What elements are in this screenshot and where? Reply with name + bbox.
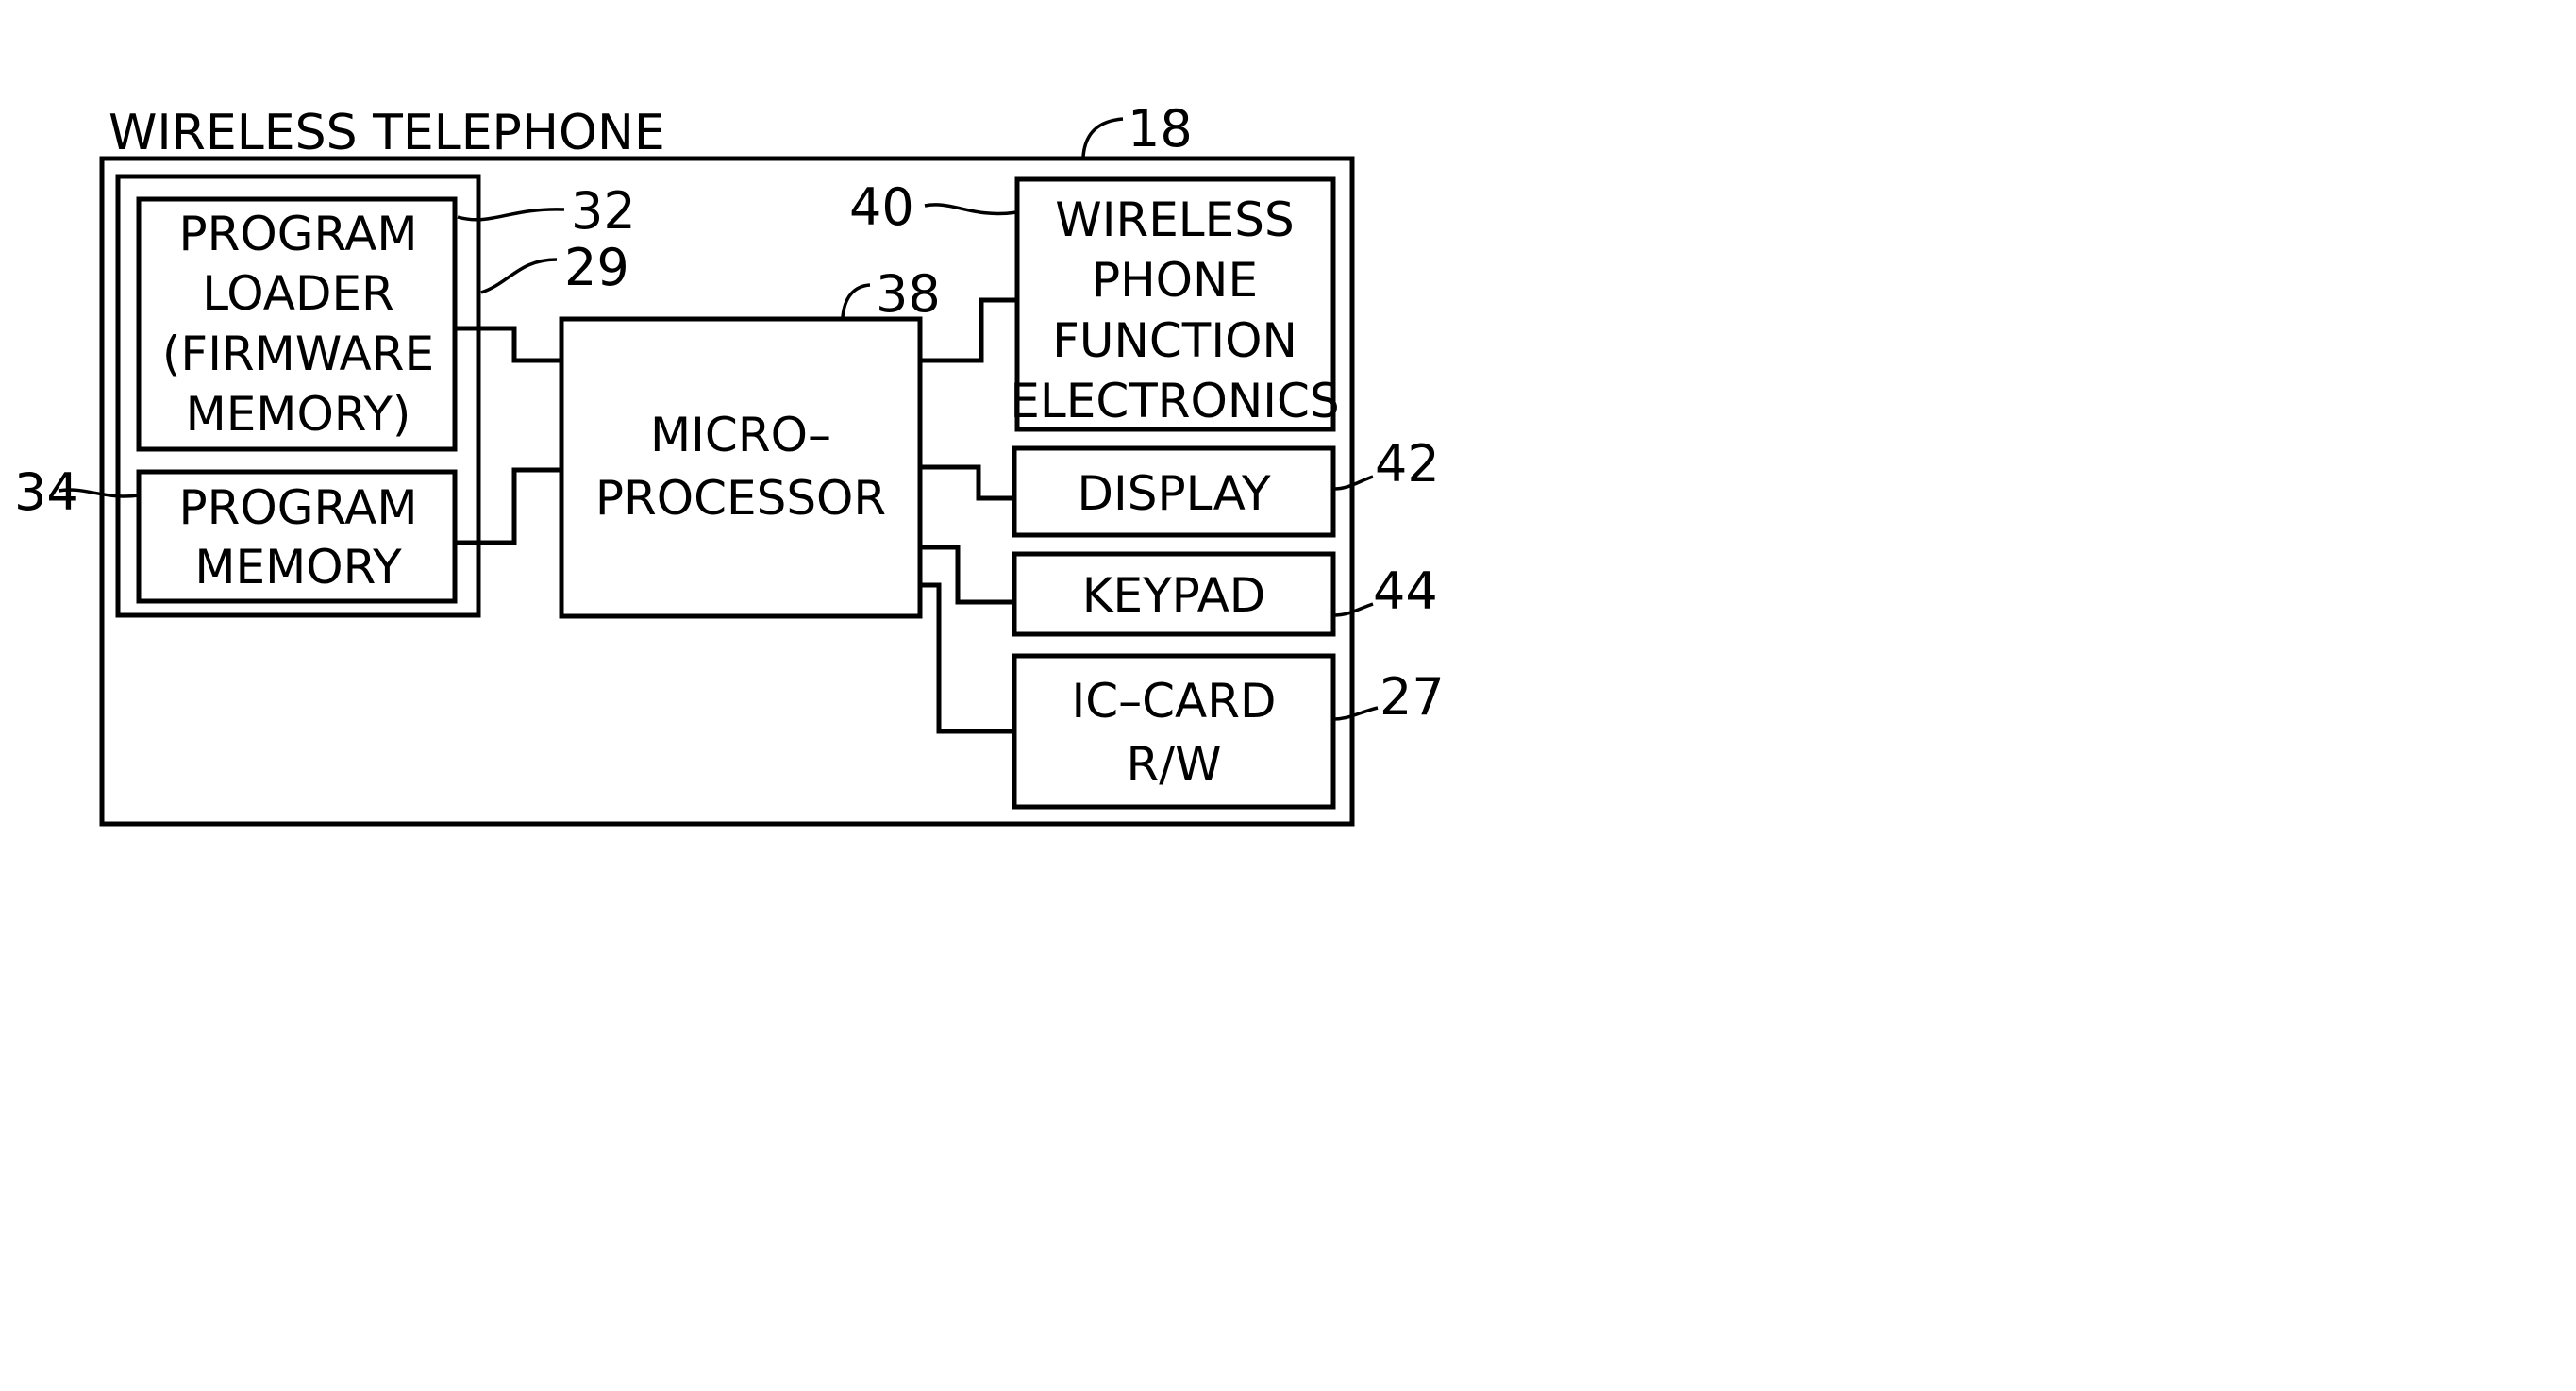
program-loader-line: (FIRMWARE (162, 327, 434, 381)
phone-leader (1081, 117, 1124, 158)
wireless-electronics-line: PHONE (1092, 253, 1258, 308)
keypad-block: KEYPAD (1012, 551, 1336, 637)
phone-title: WIRELESS TELEPHONE (109, 105, 665, 161)
micro-to-keypad-wire (920, 545, 1014, 605)
memory-group-leader (480, 258, 558, 294)
program-loader-line: LOADER (202, 266, 394, 321)
ic-card-line: IC–CARD (1071, 674, 1276, 729)
micro-to-display-wire (920, 464, 1014, 501)
phone-ref: 18 (1128, 99, 1193, 159)
keypad-label: KEYPAD (1082, 568, 1266, 623)
micro-to-iccard-wire (920, 582, 1014, 734)
program-loader-block: PROGRAM LOADER (FIRMWARE MEMORY) (136, 196, 458, 452)
display-block: DISPLAY (1012, 445, 1336, 538)
ic-card-block: IC–CARD R/W (1012, 653, 1336, 810)
program-memory-line: PROGRAM (178, 480, 417, 535)
ic-card-leader (1332, 706, 1379, 721)
program-loader-leader (457, 208, 565, 222)
microprocessor-block: MICRO– PROCESSOR (559, 316, 923, 619)
wireless-electronics-line: ELECTRONICS (1010, 374, 1339, 428)
microprocessor-line: MICRO– (650, 408, 831, 462)
patent-diagram: WIRELESS TELEPHONE 18 PROGRAM LOADER (FI… (14, 99, 1445, 827)
display-label: DISPLAY (1077, 466, 1270, 521)
memory-group-ref: 29 (564, 238, 629, 297)
microprocessor-line: PROCESSOR (595, 471, 886, 526)
program-memory-line: MEMORY (194, 540, 402, 595)
program-memory-ref: 34 (14, 462, 79, 522)
microprocessor-leader (841, 283, 871, 318)
keypad-ref: 44 (1373, 561, 1438, 621)
ic-card-line: R/W (1126, 737, 1221, 792)
wireless-electronics-line: FUNCTION (1052, 313, 1297, 368)
wireless-electronics-ref: 40 (849, 177, 914, 237)
memory-to-micro-wire (455, 467, 561, 545)
program-memory-block: PROGRAM MEMORY (136, 469, 458, 604)
wireless-electronics-line: WIRELESS (1055, 193, 1294, 247)
wireless-electronics-leader (924, 203, 1018, 216)
display-ref: 42 (1375, 434, 1440, 494)
program-loader-line: PROGRAM (178, 207, 417, 261)
wireless-electronics-block: WIRELESS PHONE FUNCTION ELECTRONICS (1010, 176, 1340, 432)
program-loader-ref: 32 (571, 181, 636, 241)
wireless-telephone: WIRELESS TELEPHONE 18 PROGRAM LOADER (FI… (14, 99, 1445, 827)
microprocessor-ref: 38 (876, 264, 941, 324)
loader-to-micro-wire (455, 326, 561, 363)
program-loader-line: MEMORY) (186, 387, 411, 442)
ic-card-ref: 27 (1380, 667, 1445, 727)
